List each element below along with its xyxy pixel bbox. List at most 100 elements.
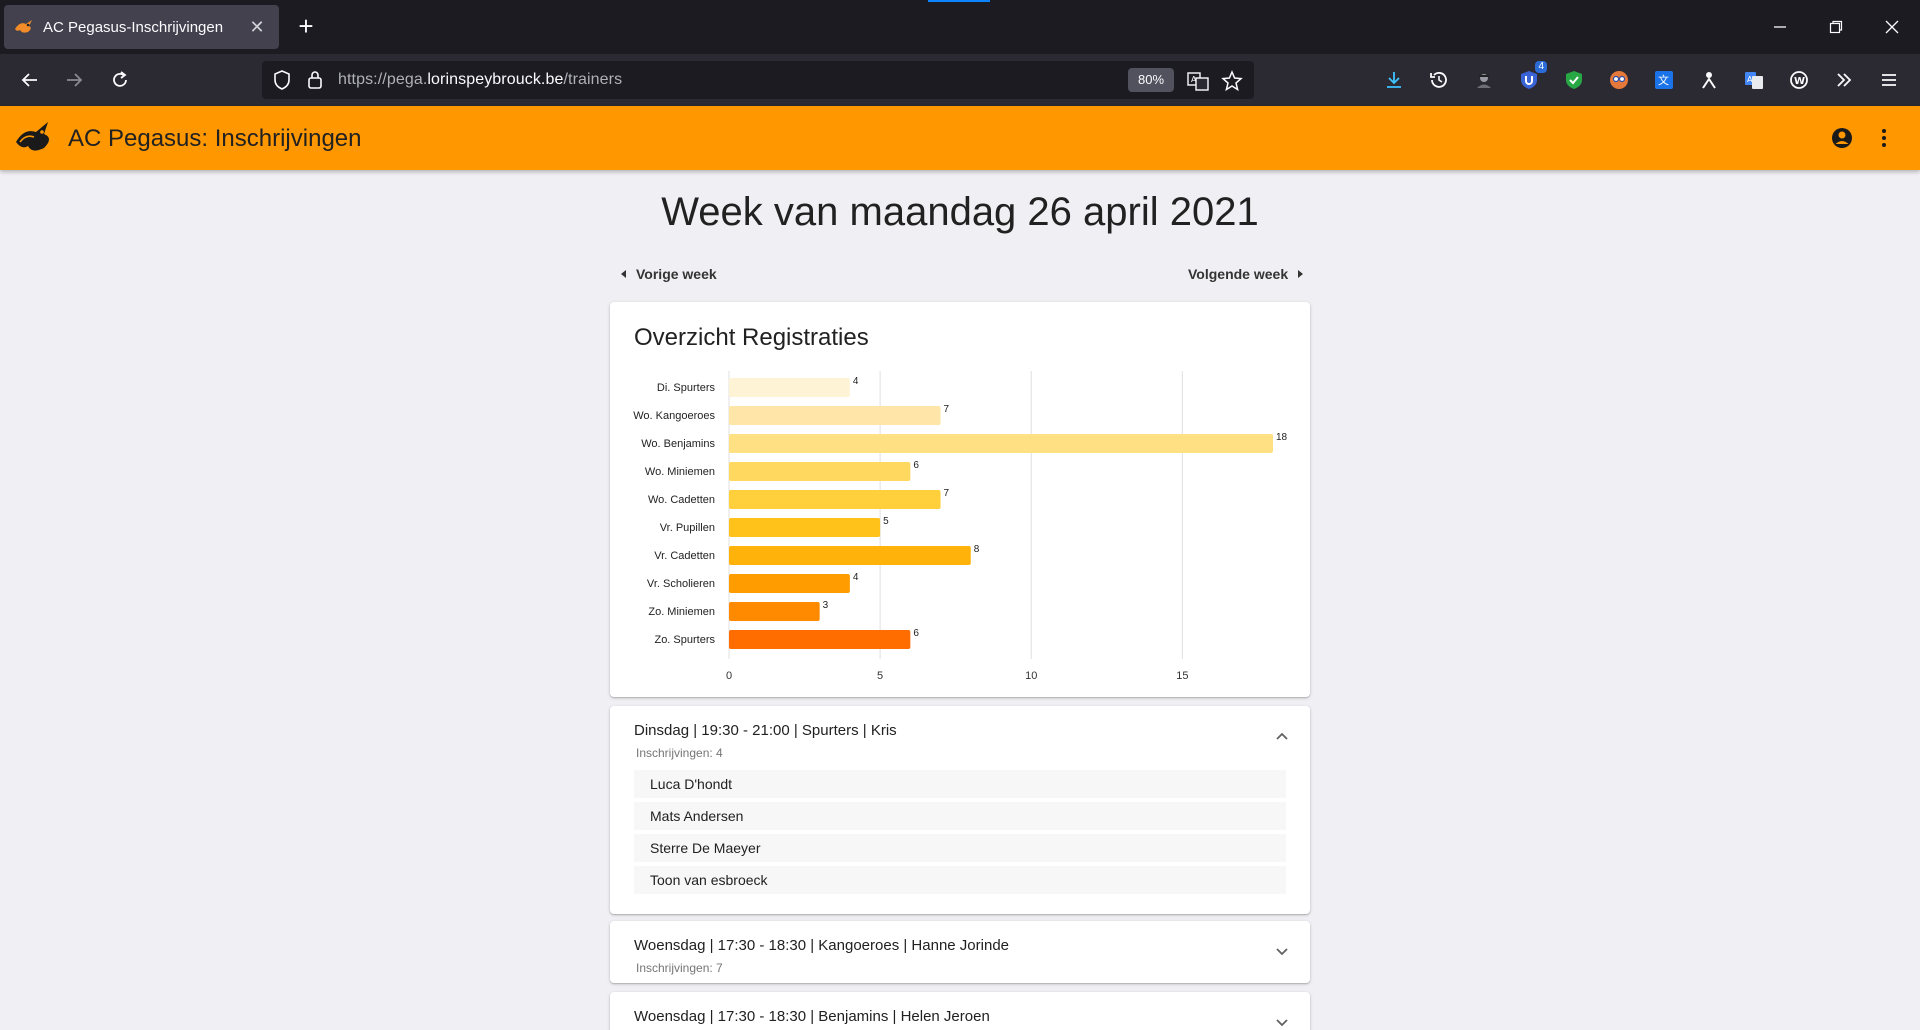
svg-text:文: 文 (1658, 73, 1669, 87)
chevron-up-icon[interactable] (1274, 728, 1290, 744)
category-label: Wo. Cadetten (648, 494, 715, 506)
category-label: Vr. Cadetten (654, 550, 715, 562)
bar[interactable] (729, 518, 881, 537)
browser-tab[interactable]: AC Pegasus-Inschrijvingen ✕ (4, 5, 279, 49)
svg-text:A: A (1747, 75, 1753, 84)
svg-text:A: A (1191, 75, 1197, 84)
bar-value-label: 6 (913, 628, 919, 639)
url-prefix: https://pega. (338, 71, 428, 88)
pegasus-logo-icon (14, 120, 56, 156)
app-bar: AC Pegasus: Inschrijvingen (0, 106, 1920, 170)
google-translate-icon[interactable]: A (1740, 66, 1768, 94)
bar[interactable] (729, 546, 971, 565)
session-count: Inschrijvingen: 4 (636, 746, 723, 760)
reload-button[interactable] (104, 64, 136, 96)
privacy-shield-icon[interactable] (1560, 66, 1588, 94)
category-label: Wo. Kangoeroes (633, 410, 715, 422)
minimize-icon[interactable] (1760, 12, 1800, 42)
url-text: https://pega.lorinspeybrouck.be/trainers (338, 71, 622, 89)
tab-close-icon[interactable]: ✕ (245, 15, 269, 39)
list-item: Sterre De Maeyer (634, 834, 1286, 862)
bookmark-star-icon[interactable] (1220, 69, 1244, 93)
back-button[interactable] (14, 64, 46, 96)
category-label: Di. Spurters (657, 382, 716, 394)
bar-value-label: 6 (913, 460, 919, 471)
bar[interactable] (729, 434, 1273, 453)
list-item: Luca D'hondt (634, 770, 1286, 798)
bar-value-label: 5 (883, 516, 889, 527)
forward-button[interactable] (58, 64, 90, 96)
bar[interactable] (729, 406, 941, 425)
translator-icon[interactable]: 文 (1650, 66, 1678, 94)
list-item: Toon van esbroeck (634, 866, 1286, 894)
bar[interactable] (729, 574, 850, 593)
new-tab-button[interactable]: + (291, 12, 321, 42)
category-label: Zo. Miniemen (648, 606, 715, 618)
caret-right-icon (1298, 270, 1304, 278)
account-icon[interactable] (1830, 126, 1854, 150)
category-label: Vr. Scholieren (647, 578, 715, 590)
url-path: /trainers (563, 71, 623, 88)
session-card[interactable]: Woensdag | 17:30 - 18:30 | Benjamins | H… (610, 992, 1310, 1030)
next-week-label: Volgende week (1188, 266, 1289, 282)
category-label: Vr. Pupillen (660, 522, 715, 534)
category-label: Wo. Miniemen (645, 466, 715, 478)
week-title: Week van maandag 26 april 2021 (661, 190, 1259, 234)
bar[interactable] (729, 602, 820, 621)
tab-indicator (928, 0, 990, 2)
x-tick-label: 0 (726, 670, 732, 682)
chart-card: Overzicht Registraties 0 5 10 15 Di. Spurter… (610, 302, 1310, 697)
person-extension-icon[interactable] (1695, 66, 1723, 94)
lock-icon[interactable] (306, 69, 324, 96)
bar[interactable] (729, 462, 911, 481)
bar[interactable] (729, 490, 941, 509)
downloads-icon[interactable] (1380, 66, 1408, 94)
registrations-bar-chart: 0 5 10 15 Di. Spurters 4 Wo. Kangoeroes 7 Wo. Be… (633, 371, 1288, 682)
prev-week-label: Vorige week (636, 266, 717, 282)
x-tick-label: 5 (877, 670, 883, 682)
browser-nav-bar: https://pega.lorinspeybrouck.be/trainers… (0, 54, 1920, 106)
session-count: Inschrijvingen: 7 (636, 961, 723, 975)
x-tick-label: 10 (1025, 670, 1037, 682)
bar-value-label: 18 (1276, 432, 1288, 443)
ublock-icon[interactable]: 4 (1515, 61, 1547, 94)
bar-value-label: 8 (974, 544, 980, 555)
session-header: Woensdag | 17:30 - 18:30 | Kangoeroes | … (634, 937, 1009, 954)
app-title: AC Pegasus: Inschrijvingen (68, 125, 362, 152)
translate-page-icon[interactable]: A (1186, 69, 1210, 93)
pegasus-favicon-icon (14, 17, 34, 37)
session-header: Dinsdag | 19:30 - 21:00 | Spurters | Kri… (634, 722, 897, 739)
next-week-link[interactable]: Volgende week (1188, 266, 1304, 282)
glasses-extension-icon[interactable] (1605, 66, 1633, 94)
session-header: Woensdag | 17:30 - 18:30 | Benjamins | H… (634, 1008, 990, 1025)
url-bar[interactable]: https://pega.lorinspeybrouck.be/trainers… (262, 61, 1254, 99)
restore-icon[interactable] (1816, 12, 1856, 42)
bar-value-label: 3 (823, 600, 829, 611)
agent-extension-icon[interactable] (1470, 66, 1498, 94)
bar-value-label: 7 (944, 488, 950, 499)
extension-badge: 4 (1535, 61, 1547, 73)
zoom-indicator[interactable]: 80% (1128, 68, 1174, 92)
prev-week-link[interactable]: Vorige week (620, 266, 717, 282)
svg-text:W: W (1794, 76, 1805, 87)
list-item: Mats Andersen (634, 802, 1286, 830)
chevron-down-icon[interactable] (1274, 1014, 1290, 1030)
bar-value-label: 7 (944, 404, 950, 415)
category-label: Zo. Spurters (654, 634, 715, 646)
bar-value-label: 4 (853, 376, 859, 387)
bar[interactable] (729, 378, 850, 397)
session-card[interactable]: Woensdag | 17:30 - 18:30 | Kangoeroes | … (610, 921, 1310, 983)
history-icon[interactable] (1425, 66, 1453, 94)
url-domain: lorinspeybrouck.be (427, 71, 564, 88)
chevron-down-icon[interactable] (1274, 943, 1290, 959)
shield-icon[interactable] (272, 69, 292, 96)
overflow-chevron-icon[interactable] (1830, 66, 1858, 94)
session-card[interactable]: Dinsdag | 19:30 - 21:00 | Spurters | Kri… (610, 706, 1310, 914)
close-window-icon[interactable] (1872, 12, 1912, 42)
bar[interactable] (729, 630, 911, 649)
more-vert-icon[interactable] (1872, 126, 1896, 150)
x-tick-label: 15 (1176, 670, 1188, 682)
w-extension-icon[interactable]: W (1785, 66, 1813, 94)
hamburger-menu-icon[interactable] (1875, 66, 1903, 94)
browser-tab-bar: AC Pegasus-Inschrijvingen ✕ + (0, 0, 1920, 54)
